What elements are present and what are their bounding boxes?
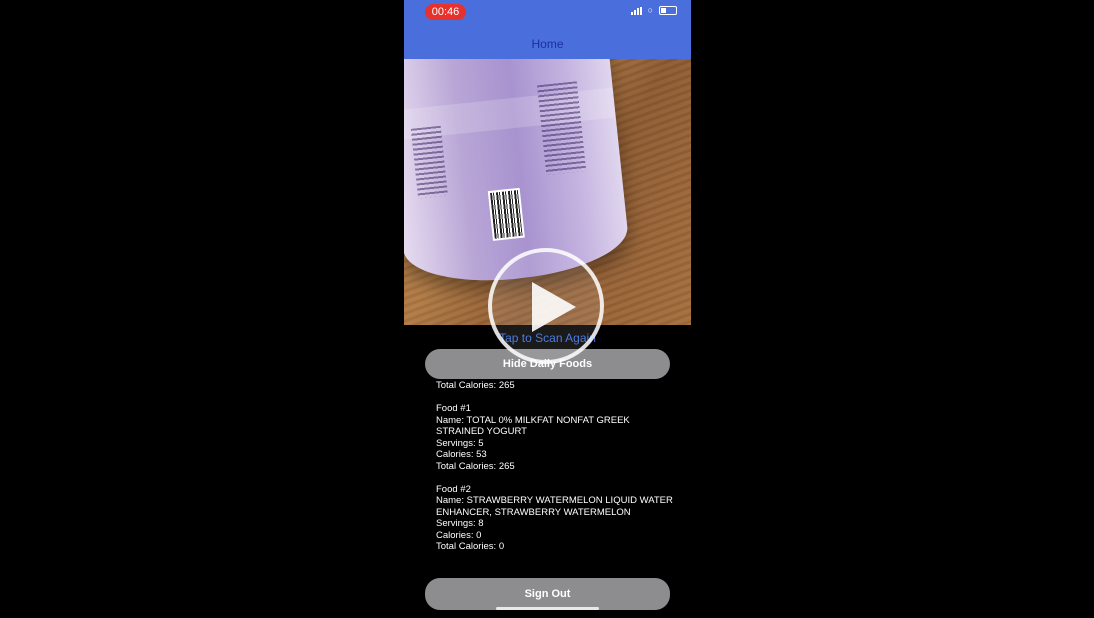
status-icons: ○ [630,5,677,15]
play-icon[interactable] [488,248,604,364]
food-total-calories: Total Calories: 0 [436,541,505,552]
signal-icon [630,6,642,15]
food-servings: Servings: 8 [436,518,484,529]
food-total-calories: Total Calories: 265 [436,460,515,472]
recording-indicator[interactable]: 00:46 [425,4,466,20]
page-title: Home [531,37,564,51]
food-name: Name: TOTAL 0% MILKFAT NONFAT GREEK STRA… [436,414,630,438]
total-calories-summary: Total Calories: 265 [436,380,515,391]
food-name: Name: STRAWBERRY WATERMELON LIQUID WATER… [436,495,673,518]
label-text-block [410,125,449,199]
sign-out-button[interactable]: Sign Out [425,578,670,610]
food-header: Food #2 [436,483,471,495]
food-calories: Calories: 53 [436,449,487,460]
food-header: Food #1 [436,403,471,414]
wifi-icon: ○ [647,5,653,15]
daily-foods-list: Total Calories: 265 Food #1 Name: TOTAL … [436,380,676,553]
battery-icon [659,6,677,15]
home-indicator[interactable] [496,607,599,610]
food-servings: Servings: 5 [436,437,484,449]
navigation-bar: 00:46 ○ Home [404,0,691,59]
barcode-image [487,187,525,241]
food-calories: Calories: 0 [436,529,482,541]
